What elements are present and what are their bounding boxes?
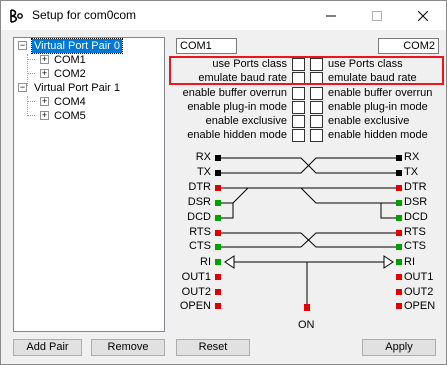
signal-dot-b-tx: [396, 170, 402, 176]
signal-dot-a-rts: [215, 230, 221, 236]
signal-dot-b-open: [396, 303, 402, 309]
signal-dot-a-rx: [215, 155, 221, 161]
signal-dot-a-dsr: [215, 200, 221, 206]
arrow-left-icon: [224, 255, 235, 269]
signal-dot-a-ri: [215, 259, 221, 265]
wire-dcd-a: [219, 203, 234, 219]
wire-cts-a-to-rts-b: [219, 232, 398, 248]
wire-tx-a-to-rx-b: [219, 157, 398, 174]
setup-window: Setup for com0com − Virtual Port Pair 0 …: [0, 0, 447, 365]
on-dot: [304, 304, 310, 311]
signal-dot-a-out1: [215, 274, 221, 280]
signal-dot-a-dcd: [215, 215, 221, 221]
signal-dot-b-rts: [396, 230, 402, 236]
wire-lines: [219, 157, 398, 305]
arrow-right-icon: [383, 255, 394, 269]
signal-dot-a-cts: [215, 244, 221, 250]
signal-dot-b-dtr: [396, 185, 402, 191]
signal-dot-b-dsr: [396, 200, 402, 206]
signal-dot-a-open: [215, 303, 221, 309]
signal-dot-a-out2: [215, 289, 221, 295]
reset-button[interactable]: Reset: [176, 339, 250, 356]
signal-dot-b-out1: [396, 274, 402, 280]
signal-dot-a-tx: [215, 170, 221, 176]
apply-button[interactable]: Apply: [362, 339, 436, 356]
signal-dots-a: [215, 155, 221, 309]
wire-dcd-b: [380, 203, 398, 219]
add-pair-button[interactable]: Add Pair: [13, 339, 82, 356]
signal-wiring-diagram: [215, 155, 402, 311]
signal-dot-b-dcd: [396, 215, 402, 221]
signal-dot-b-rx: [396, 155, 402, 161]
signal-dots-b: [396, 155, 402, 309]
signal-dot-a-dtr: [215, 185, 221, 191]
signal-dot-b-out2: [396, 289, 402, 295]
signal-dot-b-ri: [396, 259, 402, 265]
remove-button[interactable]: Remove: [91, 339, 165, 356]
signal-dot-b-cts: [396, 244, 402, 250]
